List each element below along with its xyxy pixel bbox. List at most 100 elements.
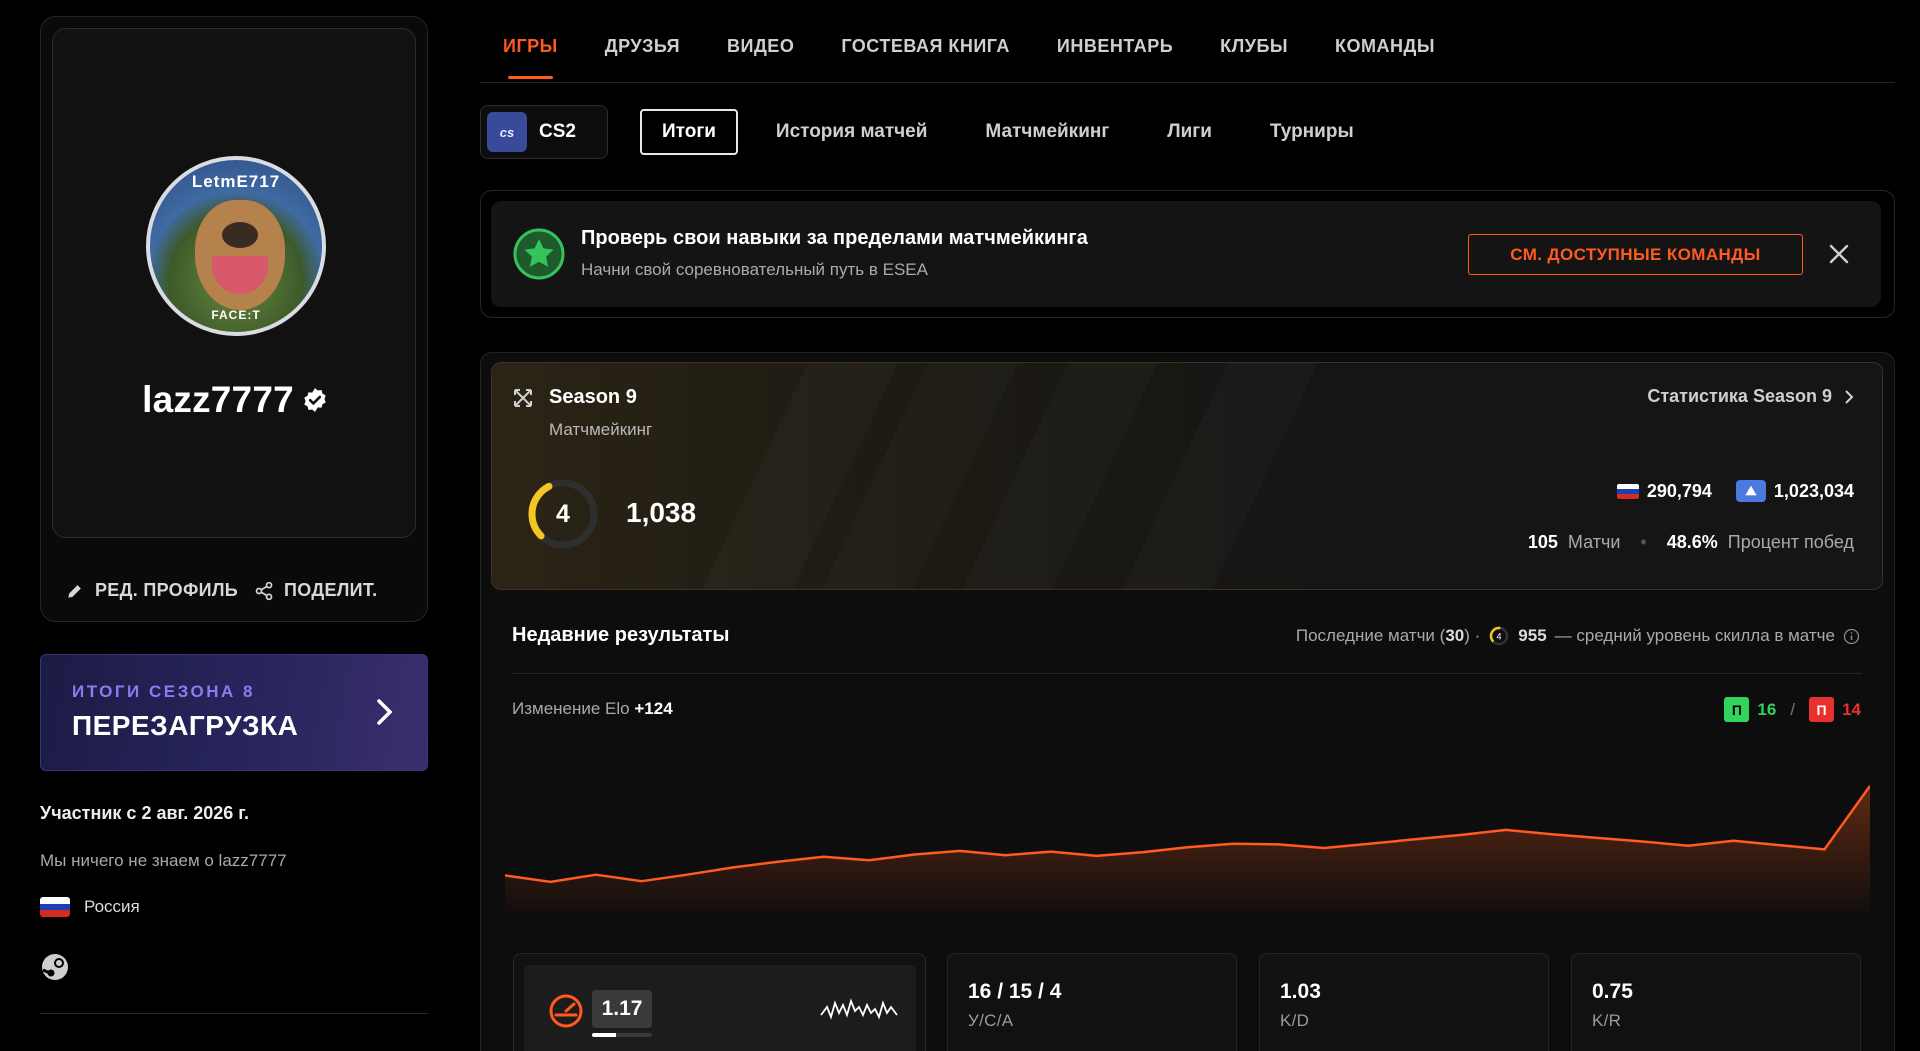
tab-video[interactable]: ВИДЕО	[727, 36, 794, 57]
russia-flag-icon	[40, 897, 70, 917]
tabs-divider	[480, 82, 1895, 83]
elo-point[interactable]	[729, 864, 737, 872]
tab-clubs[interactable]: КЛУБЫ	[1220, 36, 1288, 57]
subtab-summary[interactable]: Итоги	[640, 109, 738, 155]
elo-point[interactable]	[1275, 840, 1283, 848]
avatar-ring-text: LetmE717	[191, 172, 281, 191]
elo-value: 1,038	[626, 497, 697, 528]
elo-point[interactable]	[1229, 840, 1237, 848]
elo-point[interactable]	[956, 847, 964, 855]
tab-inventory[interactable]: ИНВЕНТАРЬ	[1057, 36, 1173, 57]
elo-point[interactable]	[1138, 848, 1146, 856]
elo-point[interactable]	[683, 871, 691, 879]
profile-header: LetmE717 FACE:T lazz7777	[52, 28, 416, 538]
elo-point[interactable]	[1502, 826, 1510, 834]
edit-profile-button[interactable]: РЕД. ПРОФИЛЬ	[65, 580, 238, 601]
kr-label: K/R	[1592, 1011, 1622, 1030]
username-row: lazz7777	[53, 379, 417, 421]
elo-point[interactable]	[1821, 845, 1829, 853]
rating-card[interactable]: 1.17	[524, 965, 916, 1051]
win-loss: П 16 / П 14	[1724, 697, 1861, 722]
elo-point[interactable]	[774, 858, 782, 866]
region-icon: ⛰	[1735, 480, 1766, 502]
cs2-logo-icon: cs	[487, 112, 527, 152]
wl-separator: /	[1790, 699, 1796, 719]
elo-point[interactable]	[1775, 841, 1783, 849]
rating-box: 1.17	[513, 953, 926, 1051]
loss-badge: П	[1809, 697, 1835, 722]
rating-value: 1.17	[592, 990, 652, 1028]
elo-point[interactable]	[1093, 852, 1101, 860]
profile-card: LetmE717 FACE:T lazz7777 РЕД. ПРОФИЛЬ ПО…	[40, 16, 428, 622]
last-matches-prefix: Последние матчи (	[1295, 626, 1446, 645]
elo-point[interactable]	[1684, 842, 1692, 850]
season-card: Season 9 Матчмейкинг Статистика Season 9…	[491, 362, 1883, 590]
country: Россия	[40, 897, 140, 917]
elo-point[interactable]	[1593, 834, 1601, 842]
game-selector[interactable]: cs CS2	[480, 105, 608, 159]
share-button[interactable]: ПОДЕЛИТ.	[254, 580, 377, 601]
subtab-matchmaking[interactable]: Матчмейкинг	[965, 109, 1129, 155]
season-stats-link[interactable]: Статистика Season 9	[1647, 386, 1854, 407]
kda-label: У/С/А	[968, 1011, 1014, 1030]
losses-count: 14	[1842, 699, 1861, 719]
elo-point[interactable]	[547, 878, 555, 886]
sub-tabs: Итоги История матчей Матчмейкинг Лиги Ту…	[640, 109, 1392, 155]
about-text: Мы ничего не знаем о lazz7777	[40, 851, 287, 870]
elo-point[interactable]	[1639, 838, 1647, 846]
last-matches-count: 30	[1445, 626, 1465, 645]
season-mode: Матчмейкинг	[549, 420, 653, 439]
avg-desc: — средний уровень скилла в матче	[1554, 626, 1835, 645]
divider	[40, 1013, 428, 1014]
elo-point[interactable]	[1730, 837, 1738, 845]
chevron-right-icon	[1845, 389, 1854, 404]
elo-point[interactable]	[1366, 840, 1374, 848]
tab-teams[interactable]: КОМАНДЫ	[1335, 36, 1435, 57]
subtab-tournaments[interactable]: Турниры	[1250, 109, 1374, 155]
country-rank-value: 290,794	[1646, 480, 1712, 501]
info-icon[interactable]	[1843, 628, 1860, 645]
subtab-match-history[interactable]: История матчей	[756, 109, 948, 155]
last-matches-suffix: ) ·	[1464, 626, 1481, 645]
main-tabs: ИГРЫ ДРУЗЬЯ ВИДЕО ГОСТЕВАЯ КНИГА ИНВЕНТА…	[503, 36, 1435, 79]
see-teams-button[interactable]: СМ. ДОСТУПНЫЕ КОМАНДЫ	[1468, 234, 1803, 275]
member-since: Участник с 2 авг. 2026 г.	[40, 803, 249, 823]
recent-results-title: Недавние результаты	[512, 624, 730, 646]
avatar[interactable]: LetmE717 FACE:T	[146, 156, 326, 336]
close-icon[interactable]	[1828, 243, 1850, 265]
winrate-label: Процент побед	[1727, 532, 1854, 552]
elo-point[interactable]	[638, 877, 646, 885]
elo-point[interactable]	[1002, 851, 1010, 859]
elo-point[interactable]	[820, 853, 828, 861]
subtab-leagues[interactable]: Лиги	[1147, 109, 1232, 155]
rating-progress	[592, 1033, 652, 1037]
profile-actions: РЕД. ПРОФИЛЬ ПОДЕЛИТ.	[65, 580, 377, 601]
region-rank-value: 1,023,034	[1773, 480, 1854, 501]
winrate-value: 48.6%	[1666, 532, 1718, 552]
elo-point[interactable]	[1411, 835, 1419, 843]
elo-point[interactable]	[592, 871, 600, 879]
elo-point[interactable]	[1184, 843, 1192, 851]
elo-point[interactable]	[865, 856, 873, 864]
elo-point[interactable]	[1548, 830, 1556, 838]
rankings: 290,794 ⛰ 1,023,034	[1616, 480, 1854, 502]
matches-label: Матчи	[1567, 532, 1621, 552]
elo-change-value: +124	[634, 699, 673, 718]
avatar-dog-nose	[222, 222, 258, 248]
mini-level-gauge: 4	[1490, 626, 1509, 646]
elo-point[interactable]	[1457, 831, 1465, 839]
region-rank: ⛰ 1,023,034	[1735, 480, 1854, 502]
elo-point[interactable]	[911, 851, 919, 859]
tab-friends[interactable]: ДРУЗЬЯ	[605, 36, 680, 57]
kda-box: 16 / 15 / 4 У/С/А	[947, 953, 1237, 1051]
elo-point[interactable]	[1047, 848, 1055, 856]
rating-progress-fill	[592, 1033, 616, 1037]
recent-results-info: Последние матчи (30) · 4 955 — средний у…	[1296, 625, 1860, 647]
season-recap-banner[interactable]: ИТОГИ СЕЗОНА 8 ПЕРЕЗАГРУЗКА	[40, 654, 428, 771]
tab-guestbook[interactable]: ГОСТЕВАЯ КНИГА	[841, 36, 1010, 57]
elo-point[interactable]	[1320, 844, 1328, 852]
tab-games[interactable]: ИГРЫ	[503, 36, 558, 79]
kda-value: 16 / 15 / 4	[968, 980, 1062, 1003]
season-recap-subtitle: ИТОГИ СЕЗОНА 8	[72, 682, 255, 701]
steam-icon[interactable]	[40, 952, 70, 982]
